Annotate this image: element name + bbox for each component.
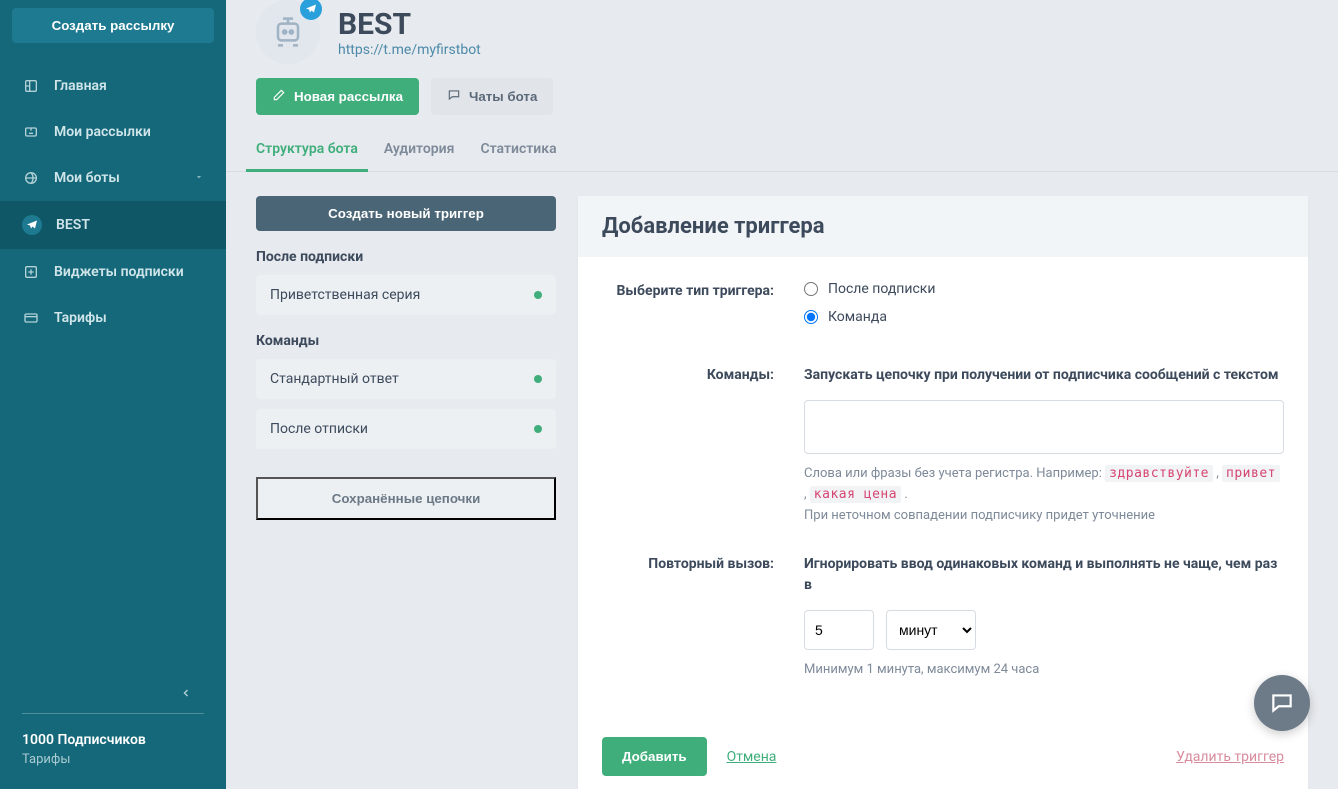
tab-structure[interactable]: Структура бота — [256, 129, 358, 171]
repeat-value-input[interactable] — [804, 610, 874, 650]
radio-command[interactable]: Команда — [804, 309, 1284, 325]
radio-input[interactable] — [804, 310, 818, 324]
repeat-description: Игнорировать ввод одинаковых команд и вы… — [804, 554, 1284, 596]
trigger-item-label: Приветственная серия — [270, 287, 420, 303]
trigger-item-label: Стандартный ответ — [270, 371, 399, 387]
status-dot-icon — [534, 291, 542, 299]
status-dot-icon — [534, 425, 542, 433]
status-dot-icon — [534, 375, 542, 383]
example-code: привет — [1222, 465, 1280, 482]
sidebar-item-label: Виджеты подписки — [54, 264, 184, 280]
mail-icon — [22, 123, 40, 141]
tab-stats[interactable]: Статистика — [480, 129, 556, 171]
subscribers-count: 1000 Подписчиков — [22, 732, 204, 748]
sidebar-item-label: Главная — [54, 78, 107, 94]
card-icon — [22, 309, 40, 327]
commands-label: Команды: — [602, 365, 774, 526]
sidebar-item-bots[interactable]: Мои боты — [0, 155, 226, 201]
sidebar-item-home[interactable]: Главная — [0, 63, 226, 109]
sidebar-item-label: Мои боты — [54, 170, 120, 186]
home-icon — [22, 77, 40, 95]
radio-label: После подписки — [828, 281, 935, 297]
delete-trigger-link[interactable]: Удалить триггер — [1176, 749, 1284, 765]
support-chat-fab[interactable] — [1254, 675, 1310, 731]
bot-avatar — [256, 0, 320, 64]
bot-link[interactable]: https://t.me/myfirstbot — [338, 42, 481, 58]
repeat-label: Повторный вызов: — [602, 554, 774, 681]
create-mailing-button[interactable]: Создать рассылку — [12, 8, 214, 43]
globe-icon — [22, 169, 40, 187]
saved-chains-button[interactable]: Сохранённые цепочки — [256, 477, 556, 520]
commands-input[interactable] — [804, 400, 1284, 454]
sidebar-item-label: BEST — [56, 217, 90, 233]
bot-title: BEST — [338, 7, 481, 42]
sidebar-item-best[interactable]: BEST — [0, 201, 226, 249]
example-code: здравствуйте — [1105, 465, 1213, 482]
repeat-help: Минимум 1 минута, максимум 24 часа — [804, 660, 1284, 681]
radio-label: Команда — [828, 309, 887, 325]
create-trigger-button[interactable]: Создать новый триггер — [256, 196, 556, 231]
sidebar-item-tariffs[interactable]: Тарифы — [0, 295, 226, 341]
button-label: Чаты бота — [469, 89, 537, 104]
commands-description: Запускать цепочку при получении от подпи… — [804, 365, 1284, 386]
section-after-subscribe: После подписки — [256, 249, 556, 265]
add-trigger-panel: Добавление триггера Выберите тип триггер… — [578, 196, 1308, 789]
triggers-column: Создать новый триггер После подписки При… — [256, 196, 556, 520]
section-commands: Команды — [256, 333, 556, 349]
edit-icon — [272, 88, 286, 105]
commands-help: Слова или фразы без учета регистра. Напр… — [804, 464, 1284, 526]
main-content: BEST https://t.me/myfirstbot Новая рассы… — [226, 0, 1338, 789]
widget-icon — [22, 263, 40, 281]
sidebar-item-widgets[interactable]: Виджеты подписки — [0, 249, 226, 295]
button-label: Новая рассылка — [294, 89, 403, 104]
subscribers-tariff-link[interactable]: Тарифы — [22, 752, 204, 767]
telegram-badge-icon — [300, 0, 322, 20]
sidebar-item-mailings[interactable]: Мои рассылки — [0, 109, 226, 155]
trigger-item-welcome[interactable]: Приветственная серия — [256, 275, 556, 315]
divider — [22, 713, 204, 714]
tab-audience[interactable]: Аудитория — [384, 129, 455, 171]
sidebar-item-label: Тарифы — [54, 310, 107, 326]
add-button[interactable]: Добавить — [602, 737, 707, 776]
repeat-unit-select[interactable]: минут — [886, 610, 976, 650]
new-mailing-button[interactable]: Новая рассылка — [256, 78, 419, 115]
sidebar: Создать рассылку Главная Мои рассылки Мо… — [0, 0, 226, 789]
collapse-sidebar-button[interactable] — [22, 679, 204, 713]
sidebar-item-label: Мои рассылки — [54, 124, 151, 140]
panel-title: Добавление триггера — [578, 196, 1308, 257]
bot-header: BEST https://t.me/myfirstbot — [226, 0, 1338, 78]
chat-icon — [447, 88, 461, 105]
tabs: Структура бота Аудитория Статистика — [226, 129, 1338, 172]
telegram-icon — [22, 215, 42, 235]
cancel-link[interactable]: Отмена — [727, 749, 777, 765]
trigger-type-label: Выберите тип триггера: — [602, 281, 774, 337]
trigger-item-label: После отписки — [270, 421, 368, 437]
bot-chats-button[interactable]: Чаты бота — [431, 78, 553, 115]
trigger-item-after-unsub[interactable]: После отписки — [256, 409, 556, 449]
radio-input[interactable] — [804, 282, 818, 296]
chevron-down-icon — [194, 170, 204, 186]
example-code: какая цена — [810, 486, 901, 503]
trigger-item-default-reply[interactable]: Стандартный ответ — [256, 359, 556, 399]
radio-after-subscribe[interactable]: После подписки — [804, 281, 1284, 297]
